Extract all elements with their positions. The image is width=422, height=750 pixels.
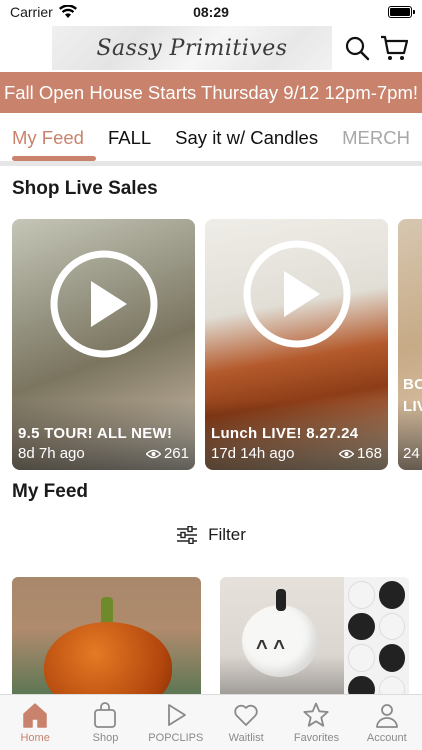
- heart-icon: [234, 704, 258, 726]
- app-header: Sassy Primitives: [0, 24, 422, 72]
- bottom-tab-bar: Home Shop POPCLIPS Waitlist Favorites Ac…: [0, 694, 422, 750]
- tab-merch[interactable]: MERCH: [330, 113, 422, 161]
- live-card-title: 9.5 TOUR! ALL NEW!: [18, 425, 173, 442]
- nav-favorites[interactable]: Favorites: [281, 695, 351, 750]
- play-outline-icon: [167, 704, 186, 726]
- battery-icon: [388, 6, 415, 18]
- sliders-icon: [177, 526, 198, 544]
- view-count-value: 261: [163, 445, 189, 462]
- view-count: 261: [145, 445, 189, 462]
- eye-icon: [145, 449, 161, 458]
- live-card-age: 17d 14h ago: [211, 445, 295, 462]
- live-card-meta: 24: [403, 445, 422, 462]
- carrier-label: Carrier: [10, 4, 53, 20]
- search-icon[interactable]: [343, 34, 371, 62]
- tab-say-it-with-candles[interactable]: Say it w/ Candles: [163, 113, 330, 161]
- tab-fall[interactable]: FALL: [96, 113, 163, 161]
- ghost-face: ^ ^: [256, 637, 285, 659]
- nav-popclips-label: POPCLIPS: [148, 732, 204, 744]
- live-card-age: 8d 7h ago: [18, 445, 85, 462]
- nav-popclips[interactable]: POPCLIPS: [141, 695, 211, 750]
- nav-shop[interactable]: Shop: [70, 695, 140, 750]
- bag-icon: [94, 702, 117, 728]
- mini-pumpkins-image: [344, 577, 409, 707]
- tabs-divider: [0, 161, 422, 166]
- live-card-meta: 17d 14h ago 168: [211, 445, 382, 462]
- nav-home-label: Home: [20, 732, 50, 744]
- nav-waitlist[interactable]: Waitlist: [211, 695, 281, 750]
- live-sales-carousel[interactable]: 9.5 TOUR! ALL NEW! 8d 7h ago 261 Lunch L…: [0, 219, 422, 471]
- wifi-icon: [58, 5, 77, 18]
- nav-home[interactable]: Home: [0, 695, 70, 750]
- live-video-card[interactable]: 9.5 TOUR! ALL NEW! 8d 7h ago 261: [12, 219, 195, 470]
- live-card-title-line: BO: [403, 376, 422, 393]
- person-icon: [375, 704, 398, 728]
- nav-shop-label: Shop: [92, 732, 119, 744]
- ghost-pumpkin-stem: [276, 589, 286, 611]
- home-icon: [23, 703, 47, 728]
- play-icon[interactable]: [49, 249, 159, 359]
- nav-favorites-label: Favorites: [293, 732, 340, 744]
- status-left: Carrier: [10, 4, 77, 20]
- view-count-value: 168: [356, 445, 382, 462]
- status-bar: Carrier 08:29: [0, 0, 422, 24]
- live-card-age: 24: [403, 445, 420, 462]
- live-card-meta: 8d 7h ago 261: [18, 445, 189, 462]
- live-card-title: Lunch LIVE! 8.27.24: [211, 425, 359, 442]
- filter-button[interactable]: Filter: [0, 522, 422, 548]
- nav-account-label: Account: [366, 732, 407, 744]
- live-card-title-line: LIV: [403, 398, 422, 415]
- live-video-card[interactable]: Lunch LIVE! 8.27.24 17d 14h ago 168: [205, 219, 388, 470]
- tab-my-feed[interactable]: My Feed: [0, 113, 96, 161]
- filter-label: Filter: [208, 525, 246, 544]
- play-icon[interactable]: [242, 239, 352, 349]
- eye-icon: [338, 449, 354, 458]
- my-feed-title: My Feed: [12, 481, 89, 502]
- nav-account[interactable]: Account: [352, 695, 422, 750]
- live-sales-title: Shop Live Sales: [12, 178, 158, 199]
- status-time: 08:29: [193, 4, 229, 20]
- star-icon: [303, 702, 330, 727]
- feed-product-card[interactable]: [12, 577, 201, 707]
- view-count: 168: [338, 445, 382, 462]
- nav-waitlist-label: Waitlist: [228, 732, 264, 744]
- live-video-card[interactable]: BO LIV 24: [398, 219, 422, 470]
- store-logo[interactable]: Sassy Primitives: [52, 26, 332, 70]
- cart-icon[interactable]: [380, 34, 408, 62]
- feed-product-card[interactable]: ^ ^: [220, 577, 409, 707]
- promo-banner[interactable]: Fall Open House Starts Thursday 9/12 12p…: [0, 72, 422, 113]
- live-card-title: BO LIV: [403, 374, 422, 418]
- category-tabs: My Feed FALL Say it w/ Candles MERCH: [0, 113, 422, 163]
